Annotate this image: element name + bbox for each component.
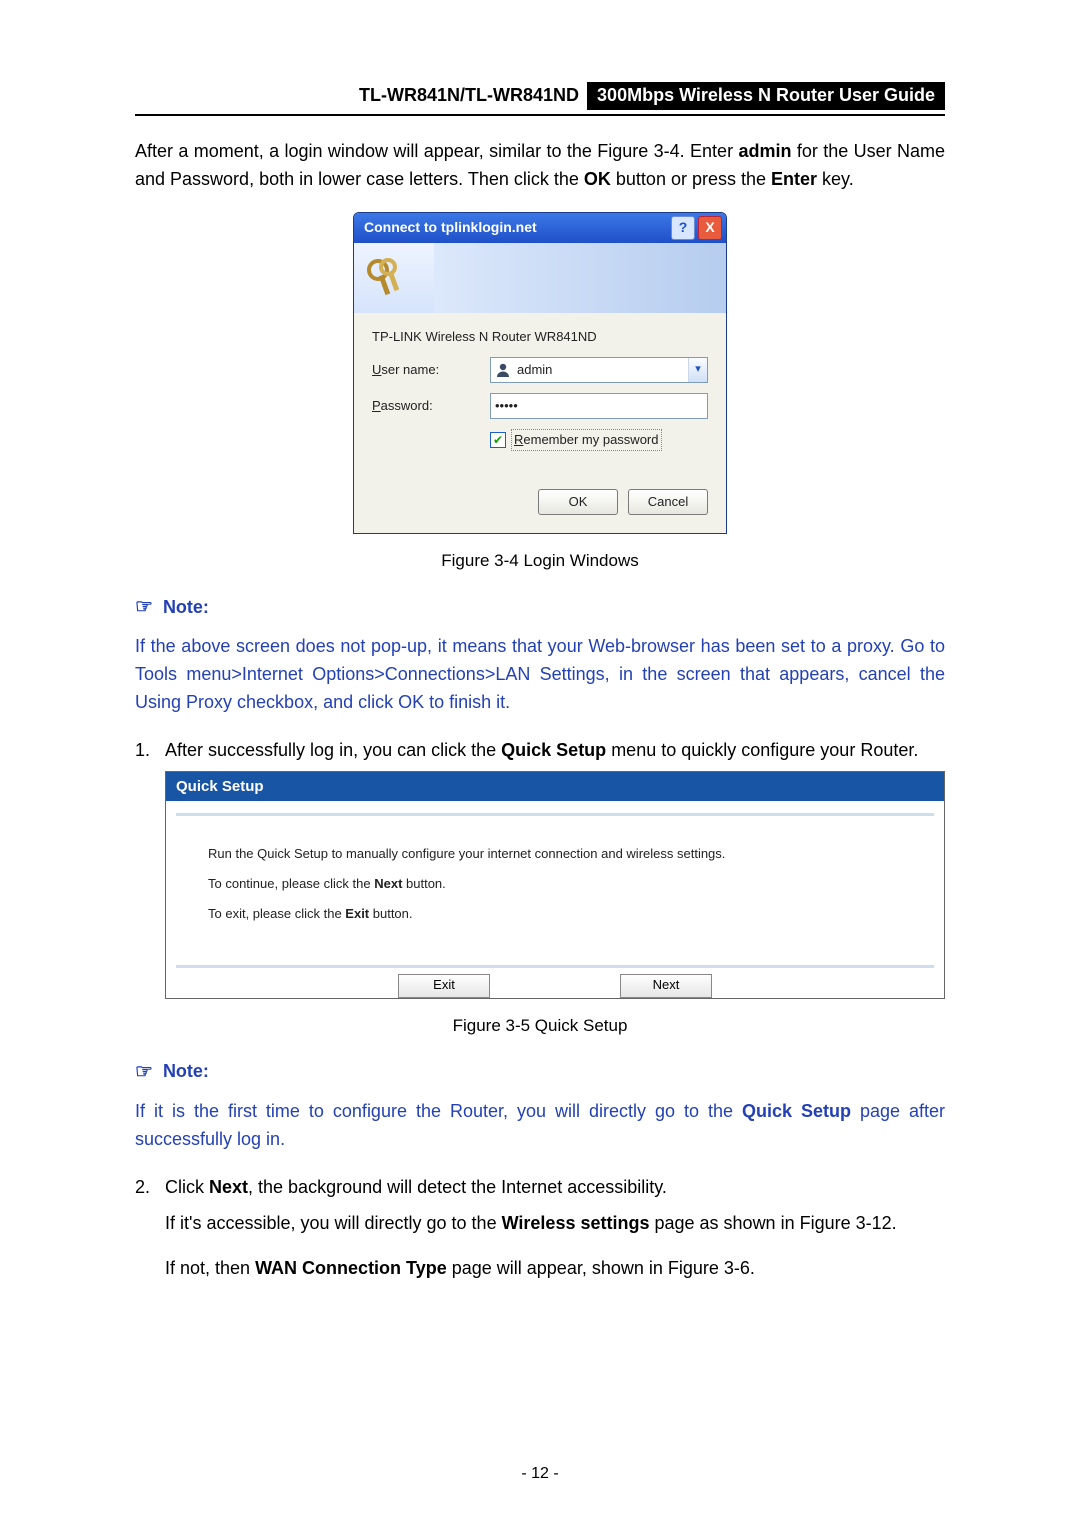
help-button[interactable]: ? (671, 216, 695, 240)
text: page as shown in Figure 3-12. (649, 1213, 896, 1233)
figure-3-5-caption: Figure 3-5 Quick Setup (135, 1013, 945, 1039)
banner-art (434, 243, 726, 313)
doc-model: TL-WR841N/TL-WR841ND (359, 82, 579, 110)
pointing-hand-icon: ☞ (135, 1057, 153, 1088)
button-label: Next (653, 975, 680, 995)
list-number: 1. (135, 737, 165, 999)
text-bold: OK (584, 169, 611, 189)
text-bold: WAN Connection Type (255, 1258, 447, 1278)
text-bold: Wireless settings (502, 1213, 650, 1233)
button-label: Cancel (648, 492, 688, 512)
note-heading: ☞ Note: (135, 1057, 945, 1088)
divider (176, 813, 934, 816)
text-bold: Quick Setup (742, 1101, 851, 1121)
text-bold: admin (738, 141, 791, 161)
text-bold: Quick Setup (501, 740, 606, 760)
password-label: Password: (372, 396, 490, 416)
text-bold: Exit (345, 906, 369, 921)
list-number: 2. (135, 1174, 165, 1202)
qs-line3: To exit, please click the Exit button. (208, 904, 902, 924)
step-2-p2: If it's accessible, you will directly go… (165, 1210, 945, 1238)
device-label: TP-LINK Wireless N Router WR841ND (372, 327, 708, 347)
note-2-body: If it is the first time to configure the… (135, 1098, 945, 1154)
note-heading: ☞ Note: (135, 592, 945, 623)
text: If not, then (165, 1258, 255, 1278)
keys-icon (364, 257, 404, 299)
text: After successfully log in, you can click… (165, 740, 501, 760)
help-icon: ? (679, 217, 688, 239)
dialog-banner (354, 243, 726, 313)
exit-button[interactable]: Exit (398, 974, 490, 998)
qs-line1: Run the Quick Setup to manually configur… (208, 844, 902, 864)
step-2-p3: If not, then WAN Connection Type page wi… (165, 1255, 945, 1283)
close-icon: X (705, 217, 714, 239)
text: To continue, please click the (208, 876, 374, 891)
check-icon: ✔ (493, 431, 503, 450)
doc-title: 300Mbps Wireless N Router User Guide (587, 82, 945, 110)
text: button. (402, 876, 445, 891)
button-label: Exit (433, 975, 455, 995)
text: If it's accessible, you will directly go… (165, 1213, 502, 1233)
login-dialog: Connect to tplinklogin.net ? X TP-LINK W… (353, 212, 727, 534)
text-bold: Enter (771, 169, 817, 189)
text: key. (817, 169, 854, 189)
figure-3-4-caption: Figure 3-4 Login Windows (135, 548, 945, 574)
qs-line2: To continue, please click the Next butto… (208, 874, 902, 894)
quick-setup-screenshot: Quick Setup Run the Quick Setup to manua… (165, 771, 945, 999)
username-field[interactable]: admin ▾ (490, 357, 708, 383)
password-field[interactable]: ••••• (490, 393, 708, 419)
text-bold: Next (209, 1177, 248, 1197)
text: , the background will detect the Interne… (248, 1177, 667, 1197)
text: Click (165, 1177, 209, 1197)
username-label: User name: (372, 360, 490, 380)
step-1: 1. After successfully log in, you can cl… (135, 737, 945, 999)
chevron-down-icon: ▾ (695, 361, 701, 378)
text: menu to quickly configure your Router. (606, 740, 918, 760)
pointing-hand-icon: ☞ (135, 592, 153, 623)
button-label: OK (569, 492, 588, 512)
ok-button[interactable]: OK (538, 489, 618, 515)
next-button[interactable]: Next (620, 974, 712, 998)
password-value: ••••• (495, 396, 518, 416)
text: To exit, please click the (208, 906, 345, 921)
doc-header: TL-WR841N/TL-WR841ND 300Mbps Wireless N … (135, 80, 945, 116)
quick-setup-title: Quick Setup (166, 772, 944, 801)
text: After a moment, a login window will appe… (135, 141, 738, 161)
dropdown-button[interactable]: ▾ (688, 358, 707, 382)
note-label: Note: (163, 594, 209, 622)
dialog-title: Connect to tplinklogin.net (364, 217, 537, 239)
person-icon (495, 362, 511, 378)
step-2: 2. Click Next, the background will detec… (135, 1174, 945, 1202)
cancel-button[interactable]: Cancel (628, 489, 708, 515)
text: button. (369, 906, 412, 921)
note-label: Note: (163, 1058, 209, 1086)
text: button or press the (611, 169, 771, 189)
close-button[interactable]: X (698, 216, 722, 240)
remember-label: Remember my password (511, 429, 662, 451)
text: If it is the first time to configure the… (135, 1101, 742, 1121)
intro-paragraph: After a moment, a login window will appe… (135, 138, 945, 194)
text-bold: Next (374, 876, 402, 891)
remember-checkbox[interactable]: ✔ (490, 432, 506, 448)
text: page will appear, shown in Figure 3-6. (447, 1258, 755, 1278)
page-number: - 12 - (0, 1462, 1080, 1487)
note-1-body: If the above screen does not pop-up, it … (135, 633, 945, 717)
username-value: admin (517, 360, 552, 380)
dialog-titlebar: Connect to tplinklogin.net ? X (354, 213, 726, 243)
